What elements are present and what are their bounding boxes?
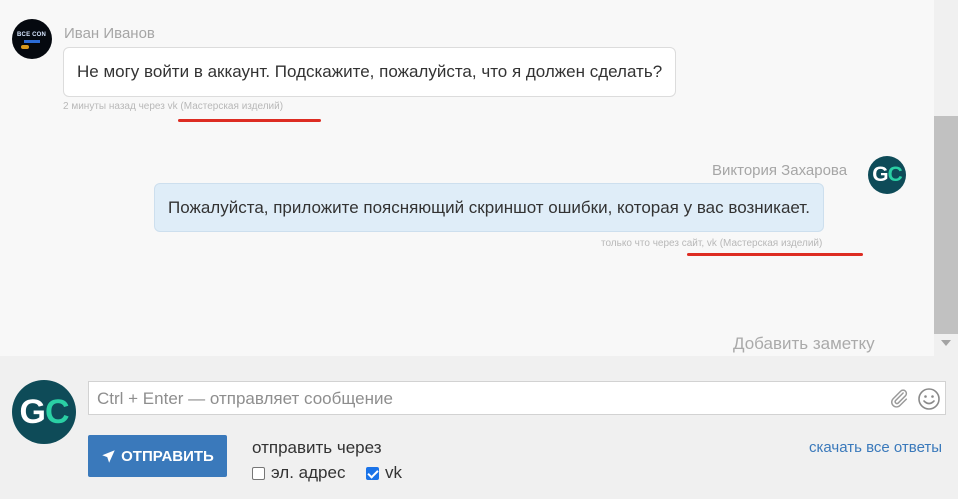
ivan-logo-avatar: BCE CON <box>12 19 52 59</box>
channel-vk-checkbox[interactable]: vk <box>366 463 402 483</box>
reply-composer <box>0 356 958 499</box>
author-name: Иван Иванов <box>64 25 155 42</box>
chat-scrollbar[interactable] <box>934 0 958 356</box>
checkbox-label: vk <box>385 463 402 482</box>
paperclip-icon[interactable] <box>888 387 910 409</box>
message-input-box[interactable] <box>88 381 946 416</box>
scroll-down-arrow-icon[interactable] <box>941 340 951 346</box>
message-meta: 2 минуты назад через vk (Мастерская изде… <box>63 101 284 112</box>
highlight-underline <box>178 119 321 122</box>
message-meta: только что через сайт, vk (Мастерская из… <box>601 238 823 249</box>
paper-plane-icon <box>102 449 115 463</box>
gc-avatar: GC <box>868 156 906 194</box>
highlight-underline <box>687 253 863 256</box>
download-all-replies-link[interactable]: скачать все ответы <box>809 439 942 456</box>
author-name: Виктория Захарова <box>712 162 848 179</box>
incoming-message-bubble: Не могу войти в аккаунт. Подскажите, пож… <box>63 47 677 97</box>
outgoing-message-bubble: Пожалуйста, приложите поясняющий скриншо… <box>154 183 824 232</box>
channel-email-checkbox[interactable]: эл. адрес <box>252 463 345 483</box>
current-user-avatar: GC <box>12 380 76 444</box>
checkbox-label: эл. адрес <box>271 463 346 482</box>
scroll-thumb[interactable] <box>934 116 958 334</box>
checkbox-box[interactable] <box>366 466 379 480</box>
message-input[interactable] <box>95 382 879 416</box>
send-via-label: отправить через <box>252 438 382 457</box>
send-button-label: ОТПРАВИТЬ <box>121 447 214 465</box>
send-button[interactable]: ОТПРАВИТЬ <box>88 435 227 477</box>
checkbox-box[interactable] <box>252 466 265 480</box>
chat-history: BCE CON Иван Иванов Не могу войти в акка… <box>0 0 934 356</box>
add-note-link[interactable]: Добавить заметку <box>733 334 875 354</box>
emoji-smile-icon[interactable] <box>917 387 941 411</box>
